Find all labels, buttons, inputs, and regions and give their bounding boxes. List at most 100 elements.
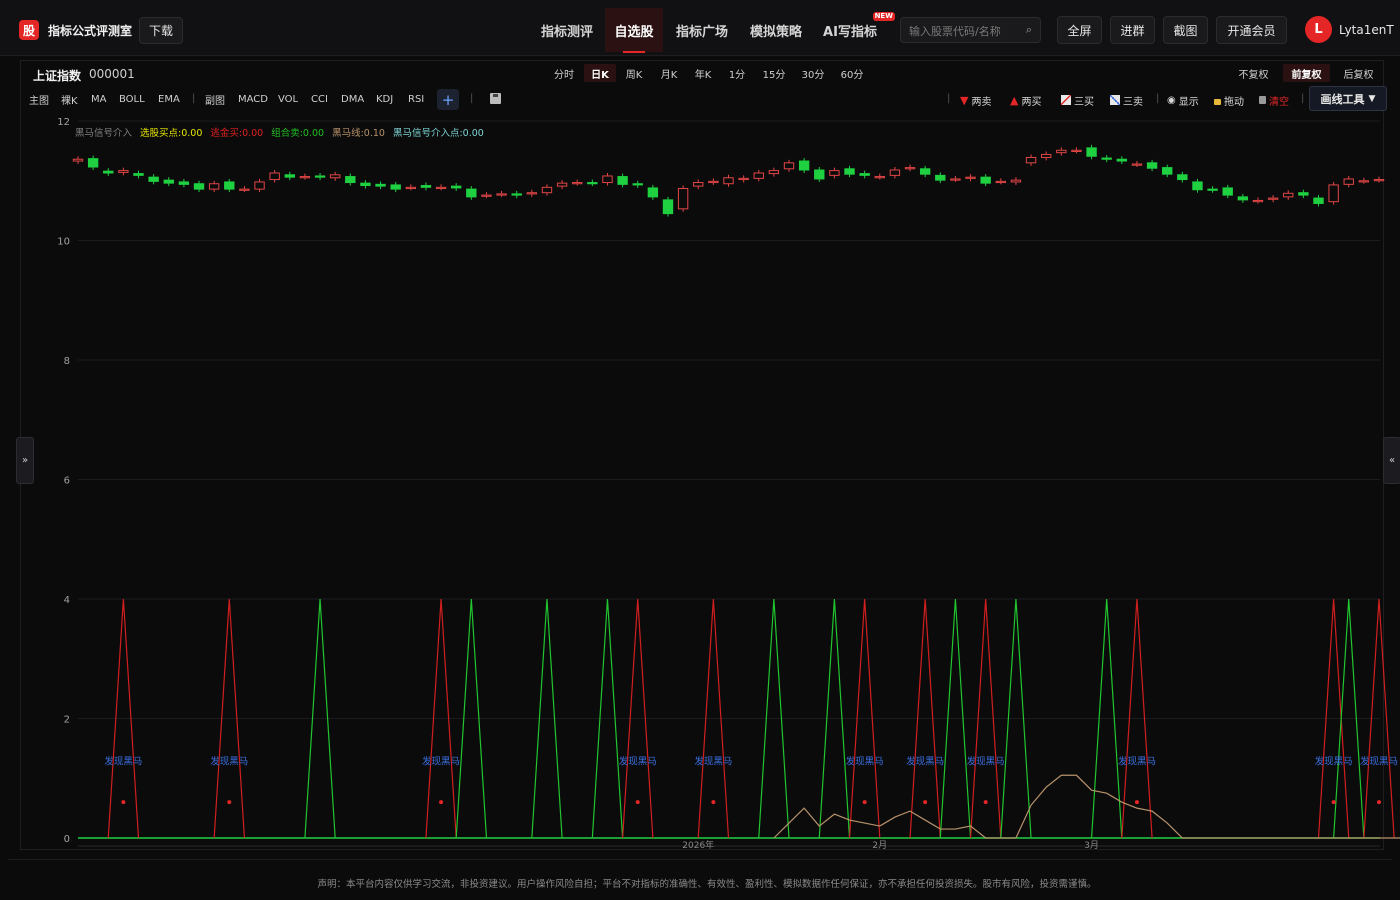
candle-body (1101, 157, 1112, 160)
candle-body (1313, 197, 1324, 204)
candle-body (556, 182, 568, 187)
candle-body (511, 193, 522, 196)
candle-body (1207, 188, 1218, 191)
candle-body (1328, 184, 1339, 203)
y-tick-label: 2 (64, 715, 70, 726)
candle-body (1177, 174, 1188, 181)
signal-label: 发现黑马 (967, 755, 1005, 767)
signal-dot (439, 800, 444, 805)
candle-body (980, 176, 991, 184)
disclaimer: 声明：本平台内容仅供学习交流，非投资建议。用户操作风险自担；平台不对指标的准确性… (317, 879, 1097, 890)
candle-body (587, 182, 598, 185)
signal-dot (983, 800, 988, 805)
candle-body (1040, 153, 1052, 158)
candle-body (254, 181, 265, 190)
signal-dot (121, 800, 126, 805)
candle-body (1010, 179, 1022, 183)
signal-label: 发现黑马 (1118, 755, 1156, 767)
candle-body (1071, 149, 1082, 152)
candle-body (677, 188, 689, 210)
candle-body (572, 182, 583, 185)
candle-body (360, 182, 371, 187)
candle-body (1116, 158, 1128, 162)
x-tick-label: 2026年 (682, 839, 714, 851)
candle-body (1298, 192, 1309, 196)
candle-body (753, 172, 764, 179)
candle-body (390, 184, 401, 190)
signal-label: 发现黑马 (104, 755, 142, 767)
candle-body (617, 176, 628, 185)
candle-body (193, 183, 205, 190)
candle-body (208, 183, 220, 190)
candle-body (118, 170, 129, 173)
candle-body (874, 176, 885, 179)
candle-body (1267, 197, 1279, 200)
candle-body (950, 178, 961, 181)
candle-body (1343, 178, 1354, 185)
heima-line (773, 774, 1400, 839)
candle-body (1131, 163, 1143, 166)
candle-body (87, 158, 99, 168)
candle-body (1146, 162, 1158, 169)
candle-body (133, 173, 144, 176)
candle-body (148, 176, 159, 182)
candle-body (1373, 179, 1385, 182)
signal-dot (923, 800, 928, 805)
candle-body (602, 175, 613, 184)
candle-body (738, 177, 749, 181)
expand-left-panel-button[interactable]: » (16, 437, 34, 484)
candle-body (647, 187, 659, 198)
candle-body (723, 177, 734, 185)
candle-body (693, 182, 704, 187)
y-tick-label: 0 (64, 834, 70, 845)
candle-body (919, 168, 931, 175)
candle-body (1358, 180, 1370, 183)
candle-body (1283, 192, 1294, 198)
x-tick-label: 2月 (872, 840, 887, 851)
candle-body (708, 180, 719, 184)
candle-body (859, 173, 870, 176)
candle-body (1086, 147, 1097, 157)
signal-dot (227, 800, 232, 805)
candle-body (814, 169, 825, 180)
signal-label: 发现黑马 (619, 755, 657, 767)
candle-body (72, 158, 84, 162)
candle-body (178, 181, 190, 185)
signal-dot (862, 800, 867, 805)
candle-body (1222, 187, 1233, 196)
candle-body (405, 186, 417, 190)
candle-body (541, 186, 553, 194)
candle-body (481, 194, 492, 197)
candle-body (935, 174, 946, 181)
candle-body (1056, 149, 1067, 154)
candle-body (103, 170, 114, 174)
y-tick-label: 8 (64, 356, 70, 367)
signal-dot (635, 800, 640, 805)
candle-body (965, 176, 976, 179)
signal-label: 发现黑马 (1360, 755, 1398, 767)
candle-body (299, 176, 311, 179)
candle-body (314, 175, 326, 178)
candle-body (995, 180, 1006, 184)
candle-body (1252, 199, 1264, 203)
y-tick-label: 4 (64, 595, 70, 606)
candle-body (768, 170, 780, 175)
candle-body (466, 188, 477, 198)
signal-label: 发现黑马 (906, 755, 944, 767)
y-tick-label: 12 (57, 117, 70, 128)
candle-body (435, 186, 447, 190)
footer-divider (8, 859, 1392, 860)
candle-body (632, 183, 643, 186)
candle-body (1237, 196, 1249, 201)
candle-body (783, 162, 795, 170)
signal-label: 发现黑马 (210, 755, 248, 767)
candle-body (224, 181, 235, 190)
candlestick-chart[interactable]: 1210864202026年2月3月4月发现黑马发现黑马发现黑马发现黑马发现黑马… (0, 0, 1400, 860)
candle-body (889, 169, 901, 176)
expand-right-panel-button[interactable]: « (1383, 437, 1400, 484)
candle-body (904, 167, 916, 170)
candle-body (526, 192, 538, 195)
candle-body (1192, 181, 1203, 191)
candle-body (420, 185, 432, 188)
signal-dot (1134, 800, 1139, 805)
